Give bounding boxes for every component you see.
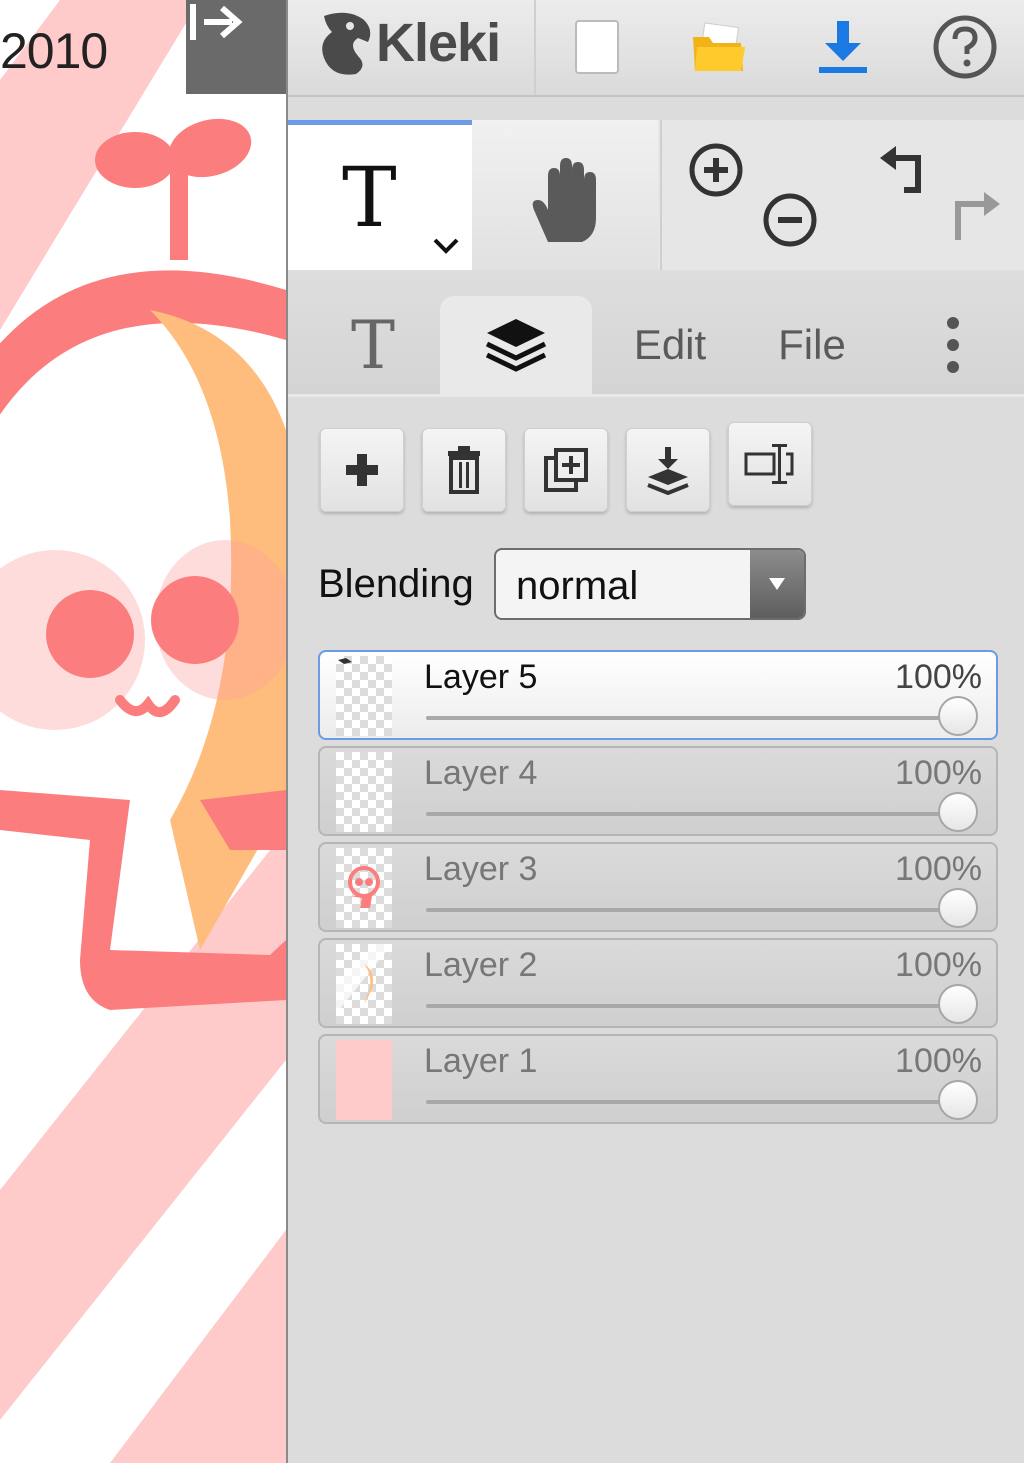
layer-opacity-value: 100%	[895, 658, 982, 696]
layer-thumbnail	[336, 656, 392, 736]
sprout-leaf-left	[95, 132, 175, 188]
help-icon	[933, 15, 997, 79]
new-file-icon	[575, 20, 619, 74]
add-layer-button[interactable]	[320, 428, 404, 512]
tab-tool-settings[interactable]: T	[308, 296, 438, 394]
layer-thumbnail	[336, 944, 392, 1024]
layer-thumbnail	[336, 848, 392, 928]
add-layer-icon	[346, 454, 378, 486]
layer-name: Layer 1	[424, 1042, 538, 1080]
layer-opacity-slider[interactable]	[426, 1080, 978, 1120]
eye-left	[46, 590, 134, 678]
zoom-undo-group	[660, 120, 1024, 270]
layer-row-5[interactable]: Layer 5 100%	[318, 650, 998, 740]
layer-opacity-knob[interactable]	[938, 792, 978, 832]
open-file-button[interactable]	[684, 12, 754, 82]
open-folder-icon	[693, 22, 745, 71]
top-toolbar: Kleki	[288, 0, 1024, 97]
redo-icon[interactable]	[944, 186, 1004, 246]
sprout-stem	[170, 160, 188, 260]
layer-row-2[interactable]: Layer 2 100%	[318, 938, 998, 1028]
layer-thumbnail	[336, 1040, 392, 1120]
text-tool-glyph: T	[342, 151, 397, 246]
layer-name: Layer 4	[424, 754, 538, 792]
new-file-button[interactable]	[562, 12, 632, 82]
layer-opacity-slider[interactable]	[426, 696, 978, 736]
kleki-logo-icon	[322, 12, 371, 75]
layer-opacity-value: 100%	[895, 754, 982, 792]
collapse-right-arrow-icon	[190, 4, 243, 40]
tab-layers[interactable]	[440, 296, 592, 394]
layer-name: Layer 5	[424, 658, 538, 696]
layer-opacity-value: 100%	[895, 1042, 982, 1080]
rename-layer-icon	[744, 444, 794, 484]
panel-tab-bar: T Edit File	[288, 270, 1024, 397]
canvas-stripe-bottom	[110, 1230, 286, 1463]
blending-label: Blending	[318, 562, 474, 606]
duplicate-layer-button[interactable]	[524, 428, 608, 512]
dropdown-arrow-icon	[750, 550, 804, 618]
layer-thumbnail	[336, 752, 392, 832]
undo-icon[interactable]	[874, 140, 934, 200]
delete-layer-button[interactable]	[422, 428, 506, 512]
rename-layer-button[interactable]	[728, 422, 812, 506]
layer-opacity-knob[interactable]	[938, 984, 978, 1024]
tool-row: T	[288, 120, 1024, 272]
zoom-out-icon[interactable]	[760, 190, 820, 250]
side-panel: Kleki T T Edit File Blending normal Laye…	[286, 0, 1024, 1463]
duplicate-layer-icon	[544, 448, 588, 492]
chevron-down-icon[interactable]	[432, 237, 460, 255]
drawing-canvas[interactable]: 2010	[0, 0, 286, 1463]
layer-opacity-knob[interactable]	[938, 888, 978, 928]
layer-opacity-knob[interactable]	[938, 696, 978, 736]
layer-name: Layer 2	[424, 946, 538, 984]
zoom-in-icon[interactable]	[686, 140, 746, 200]
canvas-year-text: 2010	[0, 23, 108, 79]
layers-icon	[485, 319, 547, 372]
hand-tool-button[interactable]	[472, 120, 658, 270]
hand-icon	[532, 158, 596, 242]
layer-opacity-knob[interactable]	[938, 1080, 978, 1120]
app-logo[interactable]: Kleki	[318, 8, 501, 78]
more-vertical-icon	[947, 317, 959, 373]
download-icon	[819, 21, 867, 73]
eye-right	[151, 576, 239, 664]
layer-opacity-slider[interactable]	[426, 888, 978, 928]
tab-file[interactable]: File	[752, 296, 872, 394]
download-button[interactable]	[808, 12, 878, 82]
merge-down-icon	[647, 447, 689, 495]
layer-row-4[interactable]: Layer 4 100%	[318, 746, 998, 836]
help-button[interactable]	[930, 12, 1000, 82]
tab-edit[interactable]: Edit	[610, 296, 730, 394]
layer-name: Layer 3	[424, 850, 538, 888]
layer-opacity-value: 100%	[895, 850, 982, 888]
layer-opacity-value: 100%	[895, 946, 982, 984]
layer-opacity-slider[interactable]	[426, 792, 978, 832]
blending-value: normal	[516, 564, 639, 608]
app-logo-text: Kleki	[376, 13, 501, 73]
layer-row-1[interactable]: Layer 1 100%	[318, 1034, 998, 1124]
collapse-panel-button[interactable]	[186, 0, 286, 94]
more-menu-button[interactable]	[918, 296, 988, 394]
layer-opacity-slider[interactable]	[426, 984, 978, 1024]
blending-select[interactable]: normal	[494, 548, 806, 620]
layer-row-3[interactable]: Layer 3 100%	[318, 842, 998, 932]
delete-layer-icon	[448, 446, 480, 494]
merge-down-button[interactable]	[626, 428, 710, 512]
text-tool-button[interactable]: T	[288, 120, 472, 270]
mouth	[115, 695, 180, 717]
canvas-artwork	[0, 0, 286, 1463]
